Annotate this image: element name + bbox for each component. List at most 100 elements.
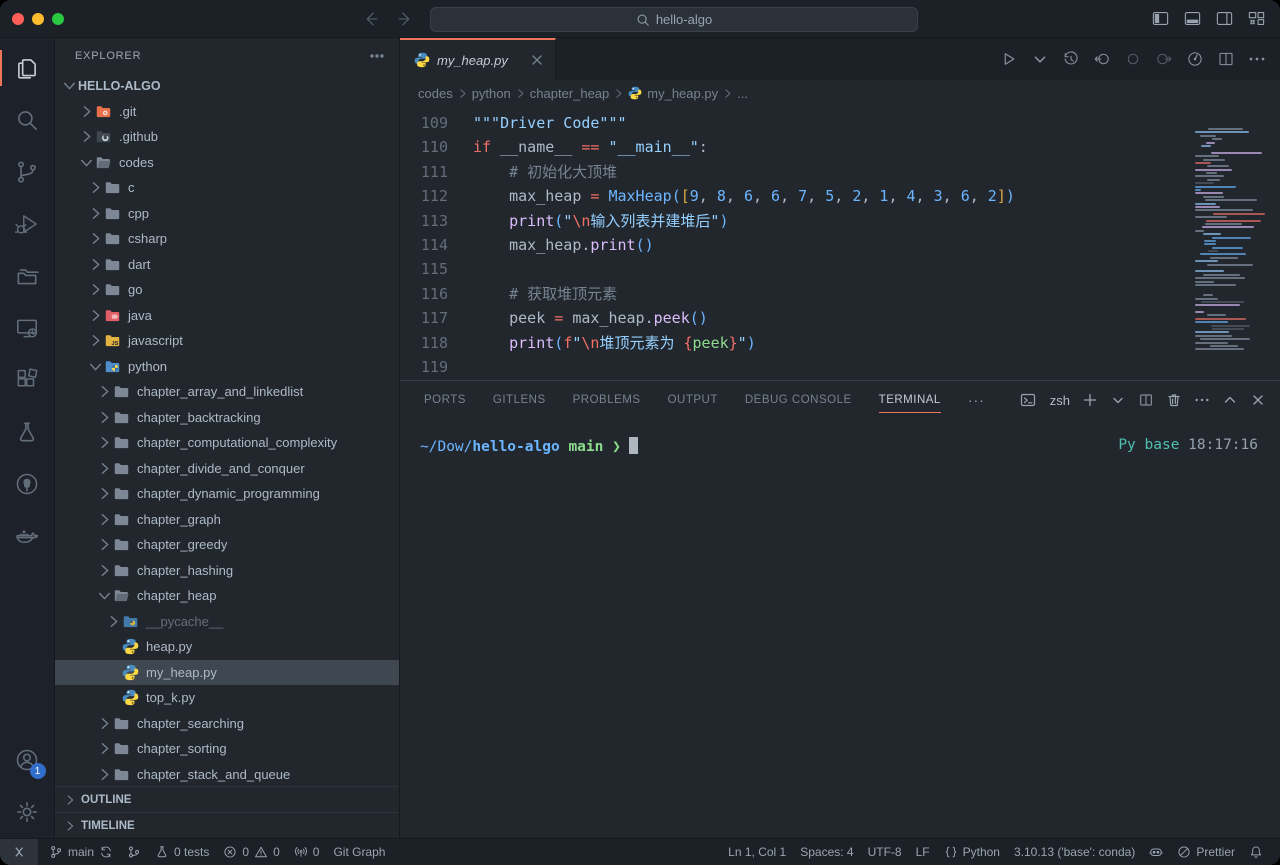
tree-item-chapter-backtracking[interactable]: chapter_backtracking — [55, 405, 399, 431]
new-terminal-icon[interactable] — [1082, 392, 1098, 408]
tree-item-chapter-sorting[interactable]: chapter_sorting — [55, 736, 399, 762]
tree-item-chapter-searching[interactable]: chapter_searching — [55, 711, 399, 737]
close-tab-icon[interactable] — [529, 52, 545, 68]
tree-item-csharp[interactable]: csharp — [55, 226, 399, 252]
maximize-panel-icon[interactable] — [1222, 392, 1238, 408]
toggle-panel-icon[interactable] — [1183, 9, 1202, 28]
sidebar-section-timeline[interactable]: TIMELINE — [55, 812, 399, 838]
minimize-window-button[interactable] — [32, 13, 44, 25]
close-window-button[interactable] — [12, 13, 24, 25]
explorer-more-actions-icon[interactable] — [369, 48, 385, 64]
code-editor[interactable]: 109"""Driver Code"""110if __name__ == "_… — [400, 106, 1280, 380]
tree-item-go[interactable]: go — [55, 277, 399, 303]
activitybar-github[interactable] — [0, 458, 55, 510]
panel-tabs-more[interactable]: ··· — [968, 392, 985, 408]
statusbar-branch-status[interactable]: main — [42, 839, 120, 865]
tree-item-java[interactable]: java — [55, 303, 399, 329]
statusbar-indentation[interactable]: Spaces: 4 — [793, 839, 860, 865]
statusbar-tests-status[interactable]: 0 tests — [148, 839, 216, 865]
history-forward-icon[interactable] — [396, 10, 414, 28]
activitybar-source-control[interactable] — [0, 146, 55, 198]
breadcrumb-item[interactable]: my_heap.py — [628, 86, 718, 101]
activitybar-explorer[interactable] — [0, 42, 55, 94]
minimap[interactable] — [1195, 106, 1270, 380]
panel-tab-output[interactable]: OUTPUT — [668, 381, 718, 419]
tree-item--pycache-[interactable]: __pycache__ — [55, 609, 399, 635]
tree-item--github[interactable]: .github — [55, 124, 399, 150]
activitybar-run-and-debug[interactable] — [0, 198, 55, 250]
activitybar-remote-explorer[interactable] — [0, 302, 55, 354]
run-dropdown-icon[interactable] — [1031, 50, 1049, 68]
split-editor-icon[interactable] — [1217, 50, 1235, 68]
tree-item-chapter-greedy[interactable]: chapter_greedy — [55, 532, 399, 558]
history-back-icon[interactable] — [362, 10, 380, 28]
close-panel-icon[interactable] — [1250, 392, 1266, 408]
breadcrumb-item[interactable]: chapter_heap — [530, 86, 610, 101]
panel-more-actions-icon[interactable] — [1194, 392, 1210, 408]
panel-tab-debug-console[interactable]: DEBUG CONSOLE — [745, 381, 852, 419]
activitybar-extensions[interactable] — [0, 354, 55, 406]
editor-more-actions-icon[interactable] — [1248, 50, 1266, 68]
tree-item-dart[interactable]: dart — [55, 252, 399, 278]
tree-item-c[interactable]: c — [55, 175, 399, 201]
activitybar-docker[interactable] — [0, 510, 55, 562]
activitybar-accounts[interactable]: 1 — [0, 734, 55, 786]
panel-tab-terminal[interactable]: TERMINAL — [879, 381, 941, 419]
tree-item-top-k-py[interactable]: top_k.py — [55, 685, 399, 711]
statusbar-prettier-status[interactable]: Prettier — [1170, 839, 1242, 865]
run-python-file-icon[interactable] — [1000, 50, 1018, 68]
panel-tab-problems[interactable]: PROBLEMS — [573, 381, 641, 419]
tree-item-chapter-divide-and-conquer[interactable]: chapter_divide_and_conquer — [55, 456, 399, 482]
statusbar-git-graph-label[interactable]: Git Graph — [326, 839, 392, 865]
breadcrumb-item[interactable]: python — [472, 86, 511, 101]
activitybar-testing[interactable] — [0, 406, 55, 458]
tree-item-chapter-array-and-linkedlist[interactable]: chapter_array_and_linkedlist — [55, 379, 399, 405]
tree-item-python[interactable]: python — [55, 354, 399, 380]
tree-item-my-heap-py[interactable]: my_heap.py — [55, 660, 399, 686]
activitybar-folder-library[interactable] — [0, 250, 55, 302]
statusbar-python-interpreter[interactable]: 3.10.13 ('base': conda) — [1007, 839, 1142, 865]
statusbar-eol[interactable]: LF — [909, 839, 937, 865]
tree-item-chapter-dynamic-programming[interactable]: chapter_dynamic_programming — [55, 481, 399, 507]
timeline-history-icon[interactable] — [1062, 50, 1080, 68]
tab-my-heap-py[interactable]: my_heap.py — [400, 38, 556, 80]
breadcrumb-item[interactable]: ... — [737, 86, 748, 101]
command-center-search[interactable]: hello-algo — [430, 7, 918, 32]
run-or-debug-icon[interactable] — [1186, 50, 1204, 68]
tree-item-chapter-hashing[interactable]: chapter_hashing — [55, 558, 399, 584]
statusbar-notifications[interactable] — [1242, 839, 1270, 865]
tree-item-chapter-graph[interactable]: chapter_graph — [55, 507, 399, 533]
zoom-window-button[interactable] — [52, 13, 64, 25]
terminal[interactable]: ~/Dow/hello-algo main ❯ Py base 18:17:16 — [400, 419, 1280, 838]
shell-terminal-icon[interactable] — [1020, 392, 1036, 408]
statusbar-copilot-status[interactable] — [1142, 839, 1170, 865]
activitybar-search[interactable] — [0, 94, 55, 146]
navigate-forward-icon[interactable] — [1155, 50, 1173, 68]
panel-tab-ports[interactable]: PORTS — [424, 381, 466, 419]
statusbar-problems-status[interactable]: 00 — [216, 839, 286, 865]
tree-item-chapter-stack-and-queue[interactable]: chapter_stack_and_queue — [55, 762, 399, 787]
tree-item-chapter-computational-complexity[interactable]: chapter_computational_complexity — [55, 430, 399, 456]
activitybar-settings[interactable] — [0, 786, 55, 838]
tree-root-hello-algo[interactable]: HELLO-ALGO — [55, 73, 399, 99]
breadcrumb-item[interactable]: codes — [418, 86, 453, 101]
nav-circle-icon[interactable] — [1124, 50, 1142, 68]
statusbar-encoding[interactable]: UTF-8 — [861, 839, 909, 865]
terminal-profiles-icon[interactable] — [1110, 392, 1126, 408]
customize-layout-icon[interactable] — [1247, 9, 1266, 28]
tree-item-codes[interactable]: codes — [55, 150, 399, 176]
tree-item-javascript[interactable]: JSjavascript — [55, 328, 399, 354]
tree-item-cpp[interactable]: cpp — [55, 201, 399, 227]
statusbar-ports-status[interactable]: 0 — [287, 839, 327, 865]
sidebar-section-outline[interactable]: OUTLINE — [55, 786, 399, 812]
statusbar-language-mode[interactable]: Python — [937, 839, 1007, 865]
tree-item-chapter-heap[interactable]: chapter_heap — [55, 583, 399, 609]
tree-item-heap-py[interactable]: heap.py — [55, 634, 399, 660]
navigate-back-icon[interactable] — [1093, 50, 1111, 68]
statusbar-cursor-position[interactable]: Ln 1, Col 1 — [721, 839, 793, 865]
toggle-primary-sidebar-icon[interactable] — [1151, 9, 1170, 28]
tree-item--git[interactable]: .git — [55, 99, 399, 125]
split-terminal-icon[interactable] — [1138, 392, 1154, 408]
statusbar-remote-indicator[interactable] — [0, 839, 38, 865]
kill-terminal-icon[interactable] — [1166, 392, 1182, 408]
